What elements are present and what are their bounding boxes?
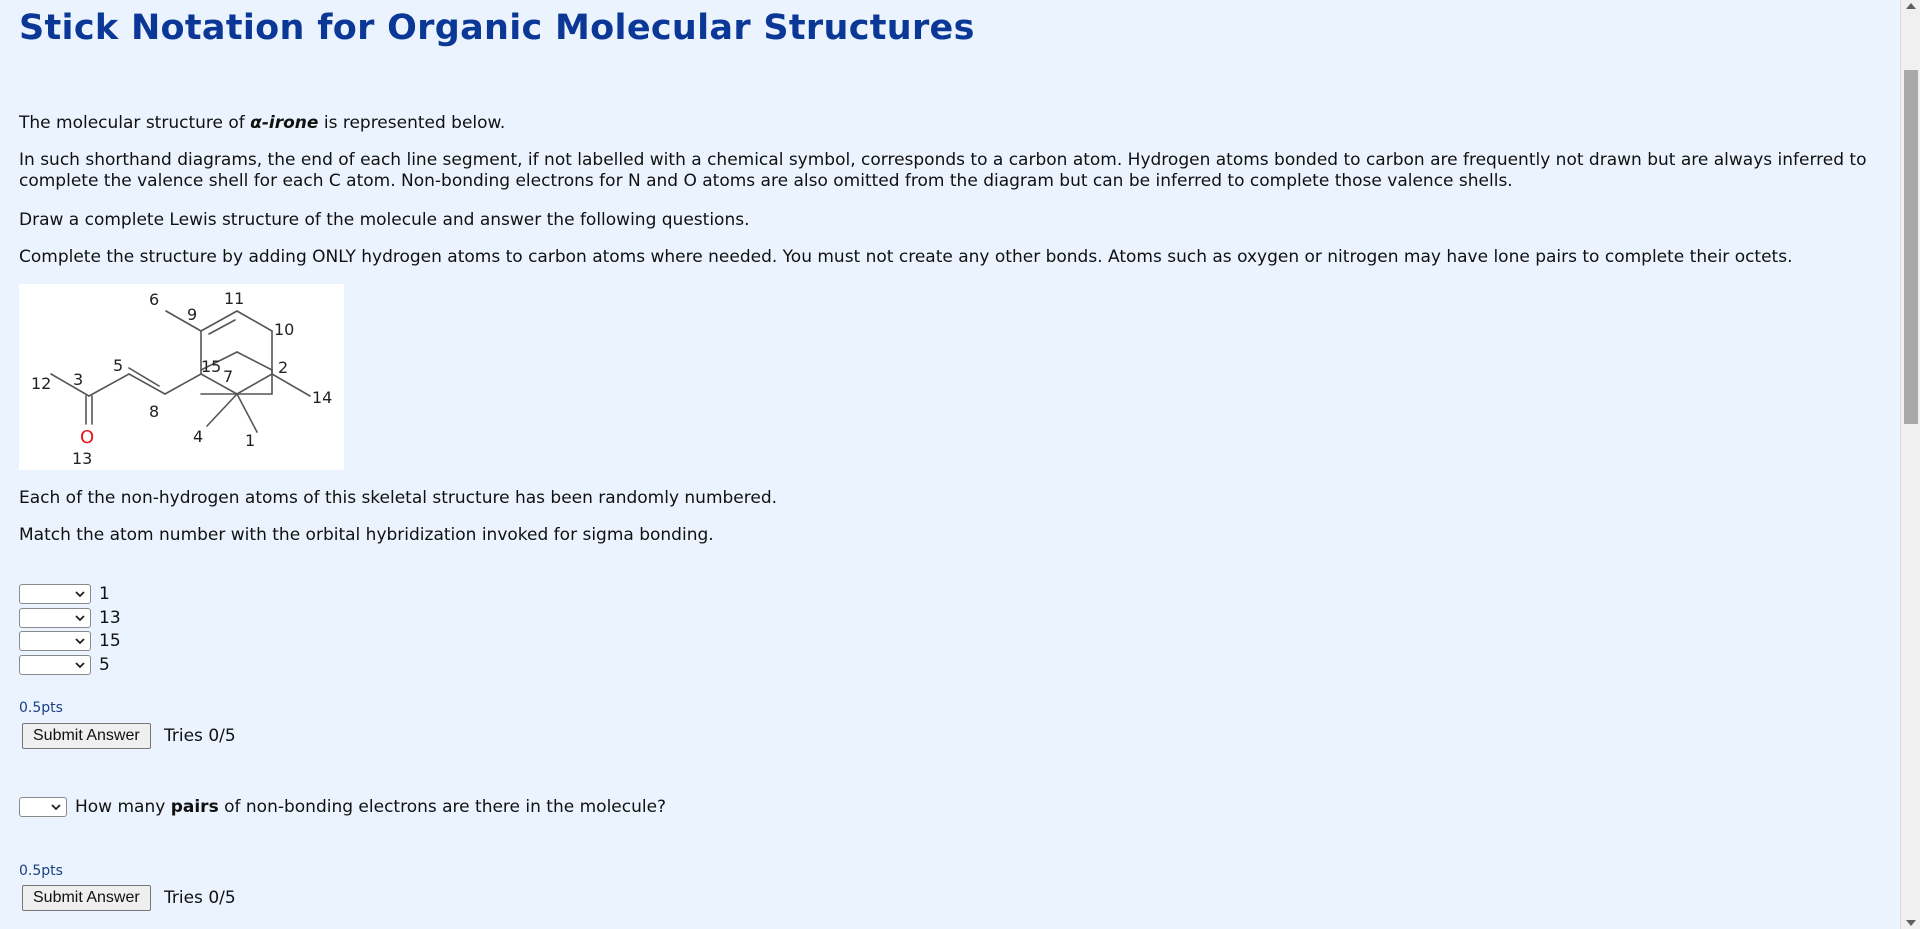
scrollbar-thumb[interactable] — [1904, 70, 1918, 424]
atom-label-7: 7 — [223, 367, 233, 386]
chevron-down-icon — [75, 615, 85, 622]
intro-paragraph: The molecular structure of α-irone is re… — [19, 113, 506, 133]
question2-tries: Tries 0/5 — [164, 888, 236, 908]
match-row-label: 13 — [99, 608, 121, 628]
question1-tries: Tries 0/5 — [164, 726, 236, 746]
match-row: 15 — [19, 630, 121, 652]
match-row: 5 — [19, 654, 110, 676]
atom-label-12: 12 — [31, 374, 51, 393]
match-row-label: 1 — [99, 584, 110, 604]
match-row-label: 5 — [99, 655, 110, 675]
hybridization-select-15[interactable] — [19, 631, 91, 651]
question2-points: 0.5pts — [19, 863, 63, 879]
question1-points: 0.5pts — [19, 700, 63, 716]
atom-label-6: 6 — [149, 290, 159, 309]
atom-label-10: 10 — [274, 320, 294, 339]
match-paragraph: Match the atom number with the orbital h… — [19, 525, 714, 545]
match-row: 1 — [19, 583, 110, 605]
atom-label-4: 4 — [193, 427, 203, 446]
numbered-paragraph: Each of the non-hydrogen atoms of this s… — [19, 488, 778, 508]
hybridization-select-13[interactable] — [19, 608, 91, 628]
chevron-down-icon — [75, 662, 85, 669]
nonbonding-pairs-select[interactable] — [19, 797, 67, 817]
molecule-name: α-irone — [250, 113, 319, 133]
atom-label-3: 3 — [73, 370, 83, 389]
atom-label-11: 11 — [224, 289, 244, 308]
molecule-structure-image: 6 9 11 10 2 14 15 7 4 1 5 8 3 12 13 O — [19, 284, 344, 470]
match-row: 13 — [19, 607, 121, 629]
atom-label-15: 15 — [201, 357, 221, 376]
submit-answer-button-q1[interactable]: Submit Answer — [22, 723, 151, 749]
chevron-down-icon — [75, 638, 85, 645]
page-title: Stick Notation for Organic Molecular Str… — [19, 8, 975, 48]
atom-label-5: 5 — [113, 356, 123, 375]
complete-paragraph: Complete the structure by adding ONLY hy… — [19, 247, 1793, 267]
scroll-up-arrow-icon[interactable] — [1906, 3, 1916, 9]
match-row-label: 15 — [99, 631, 121, 651]
hybridization-select-5[interactable] — [19, 655, 91, 675]
question2-row: How many pairs of non-bonding electrons … — [19, 796, 666, 818]
vertical-scrollbar[interactable] — [1900, 0, 1920, 929]
atom-label-oxygen: O — [80, 427, 94, 448]
scroll-down-arrow-icon[interactable] — [1906, 920, 1916, 926]
atom-label-2: 2 — [278, 358, 288, 377]
draw-paragraph: Draw a complete Lewis structure of the m… — [19, 210, 750, 230]
shorthand-paragraph: In such shorthand diagrams, the end of e… — [19, 150, 1867, 191]
atom-label-14: 14 — [312, 388, 332, 407]
atom-label-1: 1 — [245, 431, 255, 450]
chevron-down-icon — [75, 591, 85, 598]
chevron-down-icon — [51, 804, 61, 811]
submit-answer-button-q2[interactable]: Submit Answer — [22, 885, 151, 911]
skeletal-structure-diagram: 6 9 11 10 2 14 15 7 4 1 5 8 3 12 13 O — [31, 289, 332, 468]
atom-label-13: 13 — [72, 449, 92, 468]
question2-prompt: How many pairs of non-bonding electrons … — [75, 797, 667, 817]
atom-label-9: 9 — [187, 305, 197, 324]
hybridization-select-1[interactable] — [19, 584, 91, 604]
atom-label-8: 8 — [149, 402, 159, 421]
